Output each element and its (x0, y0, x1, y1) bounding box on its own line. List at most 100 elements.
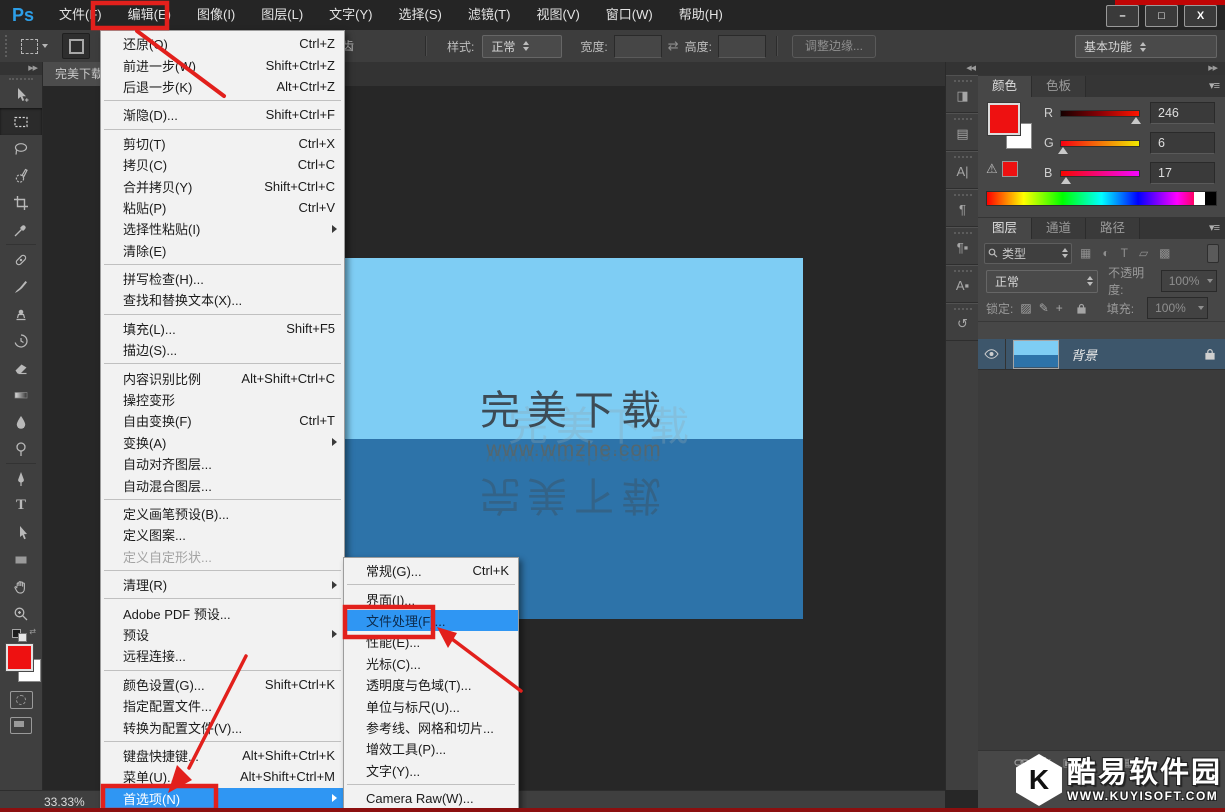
white-swatch[interactable] (1194, 192, 1205, 205)
menu-help[interactable]: 帮助(H) (666, 0, 736, 30)
layer-row-background[interactable]: 背景 (978, 339, 1225, 370)
filter-type-select[interactable]: 类型 (984, 243, 1072, 264)
menu-layer[interactable]: 图层(L) (248, 0, 316, 30)
menu-item[interactable]: 查找和替换文本(X)... (101, 289, 344, 310)
blue-slider-thumb[interactable] (1061, 177, 1071, 184)
submenu-item[interactable]: 参考线、网格和切片... (344, 717, 518, 738)
menu-item[interactable]: 渐隐(D)... Shift+Ctrl+F (101, 104, 344, 125)
height-input[interactable] (718, 35, 766, 58)
filter-toggle[interactable] (1207, 244, 1219, 263)
green-slider[interactable] (1060, 140, 1140, 147)
submenu-item[interactable]: Camera Raw(W)... (344, 788, 518, 809)
opacity-select[interactable]: 100% (1161, 270, 1217, 292)
menu-item[interactable]: 自由变换(F) Ctrl+T (101, 410, 344, 431)
menu-item[interactable]: 内容识别比例 Alt+Shift+Ctrl+C (101, 367, 344, 388)
menu-item[interactable]: 首选项(N) (101, 788, 344, 809)
green-slider-thumb[interactable] (1058, 147, 1068, 154)
menu-item[interactable]: 剪切(T) Ctrl+X (101, 133, 344, 154)
menu-select[interactable]: 选择(S) (386, 0, 455, 30)
type-tool[interactable]: T (0, 492, 42, 519)
menu-item[interactable]: 清理(R) (101, 574, 344, 595)
submenu-item[interactable]: 常规(G)... Ctrl+K (344, 560, 518, 581)
timeline-panel-icon[interactable]: ↺ (946, 303, 979, 341)
menu-image[interactable]: 图像(I) (184, 0, 248, 30)
rectangular-marquee-tool[interactable] (0, 108, 42, 135)
crop-tool[interactable] (0, 189, 42, 216)
clone-stamp-tool[interactable] (0, 300, 42, 327)
eyedropper-tool[interactable] (0, 216, 42, 243)
toolbar-expand-icon[interactable]: ▶▶ (0, 62, 42, 75)
red-value[interactable]: 246 (1150, 102, 1215, 124)
menu-item[interactable]: 定义自定形状... (101, 546, 344, 567)
submenu-item[interactable]: 透明度与色域(T)... (344, 674, 518, 695)
eraser-tool[interactable] (0, 354, 42, 381)
menu-item[interactable]: 远程连接... (101, 645, 344, 666)
width-input[interactable] (614, 35, 662, 58)
clone-source-panel-icon[interactable]: ▤ (946, 113, 979, 151)
workspace-select[interactable]: 基本功能 (1075, 35, 1217, 58)
history-brush-tool[interactable] (0, 327, 42, 354)
gamut-color-swatch[interactable] (1002, 161, 1018, 177)
tab-color[interactable]: 颜色 (978, 76, 1032, 97)
dodge-tool[interactable] (0, 435, 42, 462)
character-panel-icon[interactable]: A| (946, 151, 979, 189)
menu-item[interactable]: 描边(S)... (101, 339, 344, 360)
paragraph-styles-panel-icon[interactable]: ¶▪ (946, 227, 979, 265)
brush-tool[interactable] (0, 273, 42, 300)
menu-item[interactable]: 自动混合图层... (101, 474, 344, 495)
menu-type[interactable]: 文字(Y) (316, 0, 385, 30)
lock-all-icon[interactable] (1077, 303, 1086, 314)
paragraph-panel-icon[interactable]: ¶ (946, 189, 979, 227)
menu-item[interactable]: 后退一步(K) Alt+Ctrl+Z (101, 76, 344, 97)
green-value[interactable]: 6 (1150, 132, 1215, 154)
menu-item[interactable]: 指定配置文件... (101, 695, 344, 716)
blue-value[interactable]: 17 (1150, 162, 1215, 184)
zoom-level[interactable]: 33.33% (44, 795, 85, 809)
layer-visibility-toggle[interactable] (978, 339, 1006, 369)
quick-selection-tool[interactable] (0, 162, 42, 189)
screen-mode-icon[interactable] (10, 717, 32, 734)
style-select[interactable]: 正常 (482, 35, 562, 58)
menu-item[interactable]: 前进一步(W) Shift+Ctrl+Z (101, 54, 344, 75)
maximize-button[interactable]: □ (1145, 5, 1178, 27)
menu-item[interactable]: 清除(E) (101, 240, 344, 261)
minimize-button[interactable]: – (1106, 5, 1139, 27)
menu-file[interactable]: 文件(F) (46, 0, 115, 30)
tab-layers[interactable]: 图层 (978, 218, 1032, 239)
menu-item[interactable]: 操控变形 (101, 389, 344, 410)
blue-slider[interactable] (1060, 170, 1140, 177)
foreground-color-swatch[interactable] (988, 103, 1020, 135)
menu-item[interactable]: 拷贝(C) Ctrl+C (101, 154, 344, 175)
blend-mode-select[interactable]: 正常 (986, 270, 1098, 293)
foreground-color-swatch[interactable] (6, 644, 33, 671)
menu-item[interactable]: 拼写检查(H)... (101, 268, 344, 289)
tab-channels[interactable]: 通道 (1032, 218, 1086, 239)
menu-item[interactable]: 键盘快捷键... Alt+Shift+Ctrl+K (101, 745, 344, 766)
shape-tool[interactable] (0, 546, 42, 573)
menu-view[interactable]: 视图(V) (523, 0, 592, 30)
panel-menu-icon[interactable]: ▾≡ (1209, 221, 1219, 234)
filter-adjustment-icon[interactable]: ◐ (1102, 246, 1109, 260)
submenu-item[interactable]: 文字(Y)... (344, 760, 518, 781)
menu-edit[interactable]: 编辑(E) (115, 0, 184, 30)
zoom-tool[interactable] (0, 600, 42, 627)
submenu-item[interactable]: 单位与标尺(U)... (344, 695, 518, 716)
menu-item[interactable]: 填充(L)... Shift+F5 (101, 318, 344, 339)
refine-edge-button[interactable]: 调整边缘... (792, 35, 876, 58)
submenu-item[interactable]: 增效工具(P)... (344, 738, 518, 759)
menu-window[interactable]: 窗口(W) (593, 0, 666, 30)
lock-transparency-icon[interactable]: ▨ (1020, 301, 1031, 315)
move-tool[interactable] (0, 81, 42, 108)
submenu-item[interactable]: 性能(E)... (344, 631, 518, 652)
submenu-item[interactable]: 光标(C)... (344, 653, 518, 674)
character-styles-panel-icon[interactable]: A▪ (946, 265, 979, 303)
menu-item[interactable]: 定义画笔预设(B)... (101, 503, 344, 524)
menu-item[interactable]: 自动对齐图层... (101, 453, 344, 474)
menu-filter[interactable]: 滤镜(T) (455, 0, 524, 30)
filter-image-icon[interactable]: ▦ (1080, 246, 1091, 260)
spot-healing-brush-tool[interactable] (0, 246, 42, 273)
menu-item[interactable]: 还原(O) Ctrl+Z (101, 33, 344, 54)
warning-icon[interactable]: ⚠ (986, 161, 998, 177)
lock-pixels-icon[interactable]: ✎ (1039, 301, 1049, 315)
tab-swatches[interactable]: 色板 (1032, 76, 1086, 97)
